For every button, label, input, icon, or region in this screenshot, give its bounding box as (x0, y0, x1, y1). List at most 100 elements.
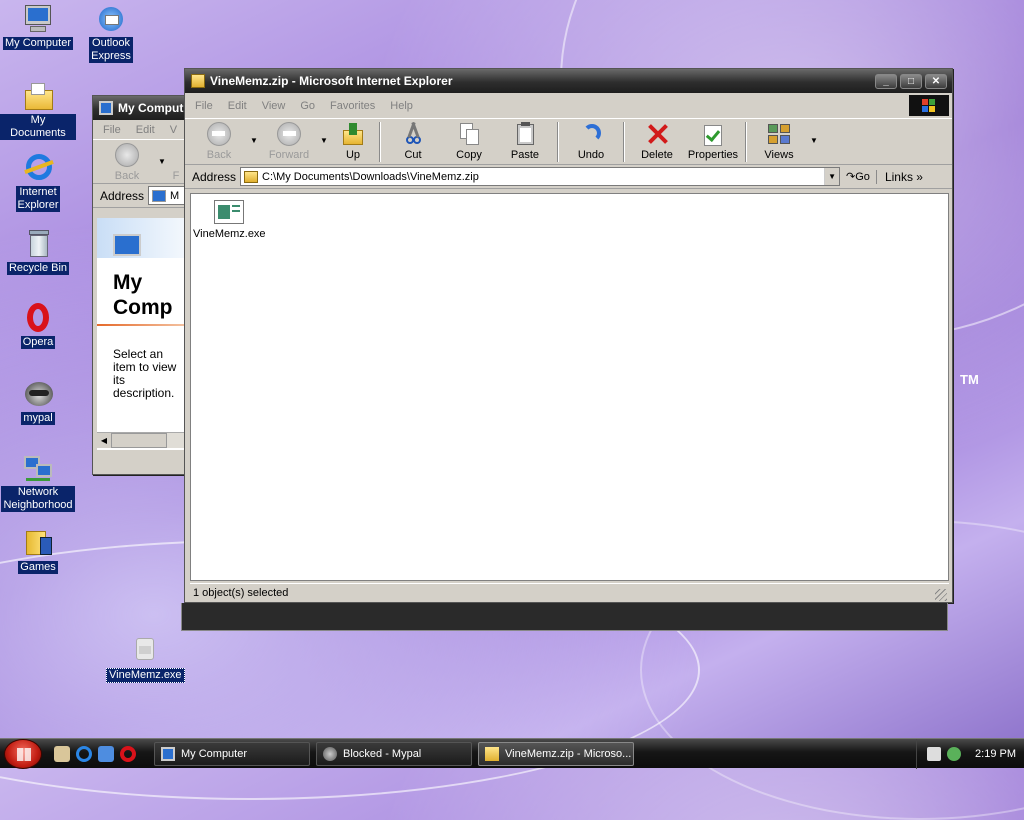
clock[interactable]: 2:19 PM (975, 748, 1016, 760)
menu-file[interactable]: File (189, 100, 222, 112)
file-list-pane[interactable]: VineMemz.exe (190, 193, 949, 581)
address-bar: Address C:\My Documents\Downloads\VineMe… (185, 165, 952, 189)
task-blocked-mypal[interactable]: Blocked - Mypal (316, 741, 472, 766)
my-documents-icon (22, 80, 54, 112)
links-button[interactable]: Links » (875, 169, 927, 184)
zip-folder-icon (244, 170, 259, 183)
menu-view[interactable]: V (164, 124, 186, 136)
toolbar-separator (745, 122, 747, 162)
toolbar: Back ▼ Forward ▼ Up Cut Copy Paste Undo … (185, 119, 952, 165)
status-bar: 1 object(s) selected (190, 583, 949, 603)
desktop-icon-my-documents[interactable]: My Documents (0, 80, 76, 140)
address-value: C:\My Documents\Downloads\VineMemz.zip (262, 170, 479, 183)
panel-description: Select an item to view its description. (113, 347, 177, 400)
internet-explorer-icon[interactable] (76, 745, 92, 762)
window-shadow-frame (181, 603, 948, 631)
go-arrow-icon: ↷ (846, 171, 856, 183)
delete-button[interactable]: Delete (631, 122, 683, 161)
menu-edit[interactable]: Edit (130, 124, 164, 136)
volume-icon[interactable] (927, 746, 942, 761)
desktop-icon-games[interactable]: Games (0, 527, 76, 574)
back-arrow-icon (206, 122, 232, 146)
opera-icon[interactable] (120, 745, 136, 762)
desktop-icon-outlook-express[interactable]: Outlook Express (73, 3, 149, 63)
vinememz-zip-window[interactable]: VineMemz.zip - Microsoft Internet Explor… (184, 68, 953, 603)
address-label: Address (192, 169, 237, 184)
my-computer-icon (161, 746, 175, 761)
address-dropdown-arrow[interactable]: ▼ (824, 168, 840, 185)
show-desktop-icon[interactable] (54, 745, 70, 762)
scroll-thumb[interactable] (111, 433, 167, 448)
menu-edit[interactable]: Edit (222, 100, 256, 112)
my-computer-icon (113, 234, 141, 256)
outlook-express-icon[interactable] (98, 745, 114, 762)
undo-button[interactable]: Undo (565, 122, 617, 161)
up-button[interactable]: Up (333, 122, 373, 161)
scroll-left-arrow[interactable]: ◀ (97, 433, 111, 448)
network-icon[interactable] (947, 746, 962, 761)
my-computer-icon (22, 3, 54, 35)
copy-icon (456, 122, 482, 146)
mypal-icon (22, 378, 54, 410)
desktop-icon-network-neighborhood[interactable]: Network Neighborhood (0, 452, 76, 512)
chevron-down-icon[interactable]: ▼ (155, 143, 169, 166)
system-tray: 2:19 PM (916, 738, 1024, 769)
task-vinememz-zip[interactable]: VineMemz.zip - Microso... (478, 741, 634, 766)
desktop-icon-vinememz-exe[interactable]: VineMemz.exe (106, 634, 185, 683)
desktop-icon-my-computer[interactable]: My Computer (0, 3, 76, 50)
games-folder-icon (22, 527, 54, 559)
maximize-button[interactable]: □ (900, 73, 922, 89)
back-button[interactable]: Back (193, 122, 245, 161)
copy-button[interactable]: Copy (443, 122, 495, 161)
file-item[interactable]: VineMemz.exe (193, 200, 266, 240)
menu-help[interactable]: Help (384, 100, 422, 112)
recycle-bin-icon (22, 228, 54, 260)
chevron-down-icon[interactable]: ▼ (247, 122, 261, 145)
desktop-icon-label: Outlook Express (89, 37, 133, 63)
toolbar-separator (379, 122, 381, 162)
scissors-icon (400, 121, 426, 146)
menu-view[interactable]: View (256, 100, 295, 112)
properties-icon (700, 122, 726, 146)
opera-icon (22, 302, 54, 334)
start-button[interactable] (4, 738, 42, 769)
desktop-icon-mypal[interactable]: mypal (0, 378, 76, 425)
properties-button[interactable]: Properties (687, 122, 739, 161)
chevron-down-icon[interactable]: ▼ (807, 122, 821, 145)
title-bar[interactable]: VineMemz.zip - Microsoft Internet Explor… (185, 69, 952, 93)
cut-button[interactable]: Cut (387, 121, 439, 161)
zip-folder-icon (191, 74, 205, 88)
forward-button[interactable]: F (171, 143, 181, 182)
desktop-icon-opera[interactable]: Opera (0, 302, 76, 349)
vinememz-exe-icon (128, 634, 160, 666)
window-title: VineMemz.zip - Microsoft Internet Explor… (210, 74, 453, 88)
go-button[interactable]: ↷Go (840, 170, 876, 183)
menu-favorites[interactable]: Favorites (324, 100, 384, 112)
folder-up-icon (340, 122, 366, 146)
clipboard-icon (512, 122, 538, 146)
internet-explorer-icon (22, 152, 54, 184)
resize-grip-icon[interactable] (935, 589, 947, 601)
minimize-button[interactable]: _ (875, 73, 897, 89)
menu-file[interactable]: File (97, 124, 130, 136)
menu-go[interactable]: Go (294, 100, 324, 112)
chevron-right-icon: » (916, 169, 923, 184)
my-computer-icon (152, 189, 167, 202)
menu-bar: File Edit View Go Favorites Help (185, 93, 952, 119)
back-button[interactable]: Back (101, 143, 153, 182)
desktop-icon-internet-explorer[interactable]: Internet Explorer (0, 152, 76, 212)
close-button[interactable]: ✕ (925, 73, 947, 89)
network-neighborhood-icon (22, 452, 54, 484)
my-computer-icon (99, 101, 113, 115)
address-field[interactable]: C:\My Documents\Downloads\VineMemz.zip ▼ (240, 167, 841, 186)
delete-x-icon (644, 122, 670, 146)
chevron-down-icon[interactable]: ▼ (317, 122, 331, 145)
desktop-icon-label: Games (18, 561, 58, 574)
desktop-icon-recycle-bin[interactable]: Recycle Bin (0, 228, 76, 275)
task-my-computer[interactable]: My Computer (154, 741, 310, 766)
desktop-icon-label: Network Neighborhood (1, 486, 75, 512)
views-button[interactable]: Views (753, 122, 805, 161)
paste-button[interactable]: Paste (499, 122, 551, 161)
toolbar-separator (623, 122, 625, 162)
forward-button[interactable]: Forward (263, 122, 315, 161)
